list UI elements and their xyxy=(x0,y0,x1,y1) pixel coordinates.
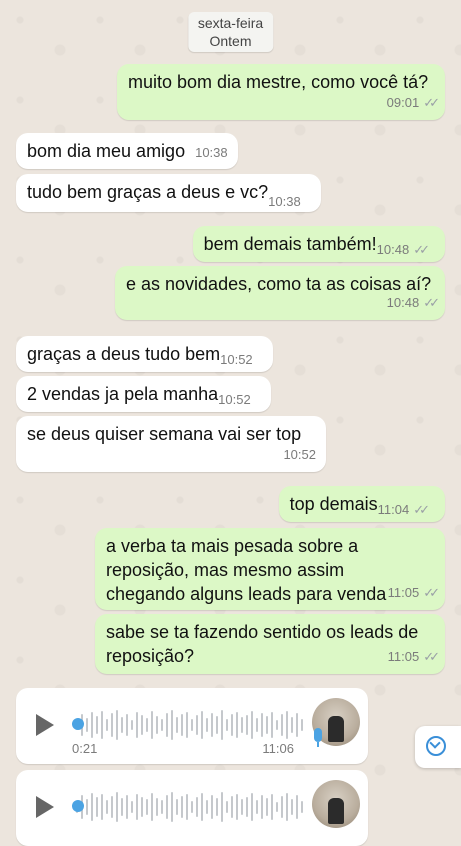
message-text: graças a deus tudo bem xyxy=(27,344,221,364)
message-bubble-incoming[interactable]: 2 vendas ja pela manha10:52 xyxy=(16,376,271,412)
message-text: 2 vendas ja pela manha xyxy=(27,384,219,404)
play-icon[interactable] xyxy=(36,714,54,736)
message-bubble-outgoing[interactable]: a verba ta mais pesada sobre a reposição… xyxy=(95,528,445,610)
message-meta: 10:48 ✓✓ xyxy=(386,291,440,315)
message-meta: 11:05 ✓✓ xyxy=(387,581,440,605)
audio-waveform[interactable] xyxy=(76,710,306,740)
playback-position-dot[interactable] xyxy=(72,800,84,812)
message-bubble-incoming[interactable]: tudo bem graças a deus e vc?10:38 xyxy=(16,174,321,212)
message-meta: 11:05 ✓✓ xyxy=(387,645,440,669)
double-check-icon: ✓✓ xyxy=(423,95,440,110)
message-text: top demais xyxy=(289,494,378,514)
message-meta: 10:48 ✓✓ xyxy=(376,242,430,257)
voice-message[interactable] xyxy=(16,770,368,846)
voice-time: 11:06 xyxy=(262,741,294,756)
message-time: 11:05 xyxy=(387,649,420,664)
message-time: 11:05 xyxy=(387,585,420,600)
play-icon[interactable] xyxy=(36,796,54,818)
microphone-icon xyxy=(314,728,322,747)
scroll-to-bottom-button[interactable] xyxy=(415,726,461,768)
message-text: sabe se ta fazendo sentido os leads de r… xyxy=(106,622,419,666)
double-check-icon: ✓✓ xyxy=(423,295,440,310)
message-time: 10:38 xyxy=(268,194,301,209)
date-weekday: sexta-feira xyxy=(197,15,264,31)
message-bubble-outgoing[interactable]: bem demais também!10:48 ✓✓ xyxy=(192,226,445,262)
message-text: tudo bem graças a deus e vc? xyxy=(27,182,269,202)
double-check-icon: ✓✓ xyxy=(423,649,440,664)
voice-message[interactable]: 0:21 11:06 xyxy=(16,688,368,764)
message-time: 10:48 xyxy=(386,295,420,310)
date-relative: Ontem xyxy=(209,33,252,49)
message-time: 10:52 xyxy=(220,352,253,367)
playback-position-dot[interactable] xyxy=(72,718,84,730)
avatar xyxy=(312,780,360,828)
message-bubble-outgoing[interactable]: e as novidades, como ta as coisas aí? 10… xyxy=(115,266,445,320)
message-bubble-outgoing[interactable]: sabe se ta fazendo sentido os leads de r… xyxy=(95,614,445,674)
message-bubble-incoming[interactable]: graças a deus tudo bem10:52 xyxy=(16,336,273,372)
message-time: 10:52 xyxy=(283,447,316,462)
message-bubble-outgoing[interactable]: muito bom dia mestre, como você tá? 09:0… xyxy=(117,64,445,120)
message-text: se deus quiser semana vai ser top xyxy=(27,424,302,444)
message-meta: 11:04 ✓✓ xyxy=(377,502,430,517)
message-time: 10:48 xyxy=(376,242,410,257)
message-time: 10:52 xyxy=(218,392,251,407)
message-bubble-outgoing[interactable]: top demais11:04 ✓✓ xyxy=(278,486,445,522)
message-time: 09:01 xyxy=(386,95,420,110)
voice-duration: 0:21 xyxy=(72,741,98,756)
message-text: bom dia meu amigo xyxy=(27,141,186,161)
message-time: 10:38 xyxy=(195,145,228,160)
message-bubble-incoming[interactable]: se deus quiser semana vai ser top 10:52 xyxy=(16,416,326,472)
audio-waveform[interactable] xyxy=(76,792,306,822)
message-text: bem demais também! xyxy=(203,234,377,254)
double-check-icon: ✓✓ xyxy=(413,242,430,257)
message-text: a verba ta mais pesada sobre a reposição… xyxy=(106,536,387,604)
message-time: 11:04 xyxy=(377,502,410,517)
message-bubble-incoming[interactable]: bom dia meu amigo 10:38 xyxy=(16,133,238,169)
message-meta: 09:01 ✓✓ xyxy=(386,91,440,115)
date-separator: sexta-feira Ontem xyxy=(187,12,274,52)
double-check-icon: ✓✓ xyxy=(413,502,430,517)
double-check-icon: ✓✓ xyxy=(423,585,440,600)
